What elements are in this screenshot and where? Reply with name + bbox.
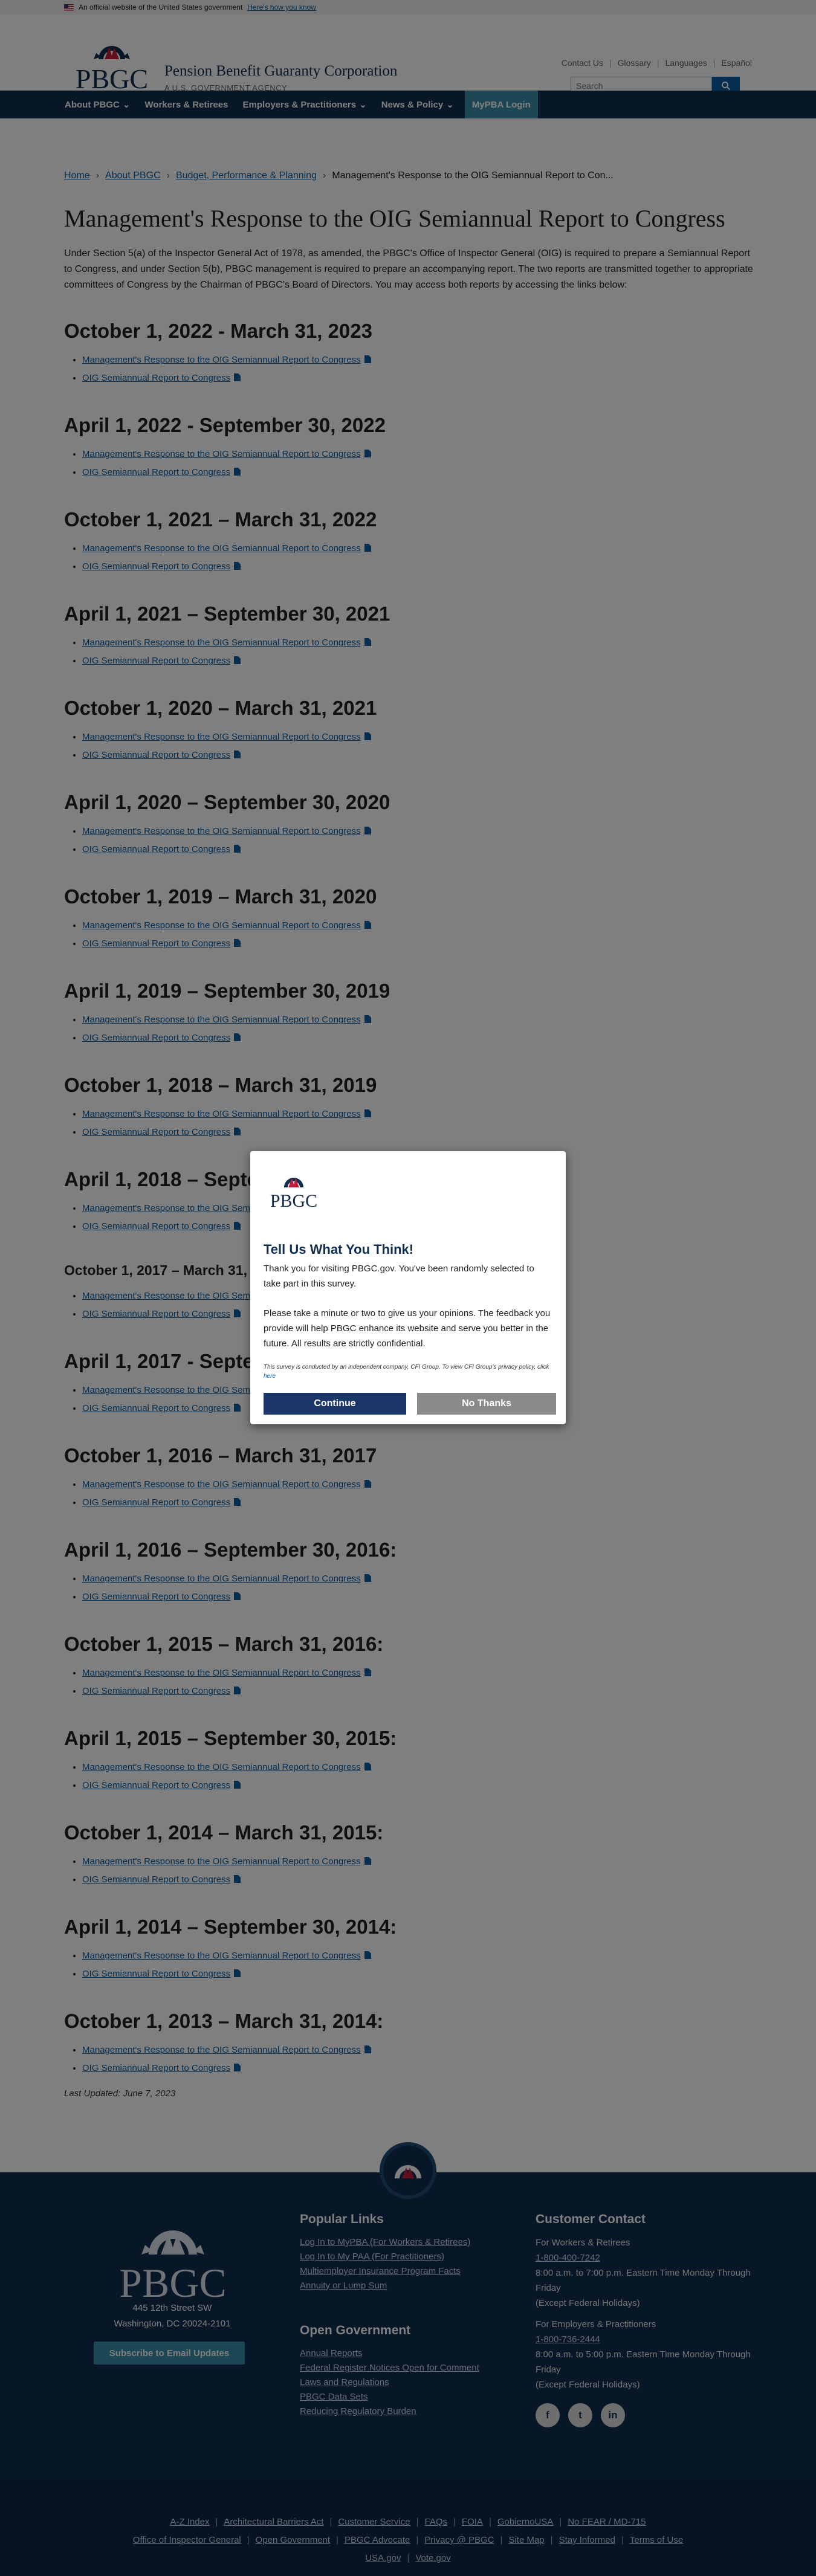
no-thanks-button[interactable]: No Thanks: [417, 1393, 556, 1415]
survey-modal: PBGC Tell Us What You Think! Thank you f…: [250, 1151, 566, 1424]
survey-privacy-note: This survey is conducted by an independe…: [264, 1364, 549, 1380]
privacy-here-link[interactable]: here: [264, 1373, 276, 1380]
svg-text:PBGC: PBGC: [270, 1191, 317, 1211]
survey-pbgc-logo: PBGC: [270, 1178, 317, 1211]
survey-body: Thank you for visiting PBGC.gov. You've …: [264, 1264, 551, 1349]
survey-title: Tell Us What You Think!: [264, 1242, 414, 1257]
continue-button[interactable]: Continue: [264, 1393, 406, 1415]
